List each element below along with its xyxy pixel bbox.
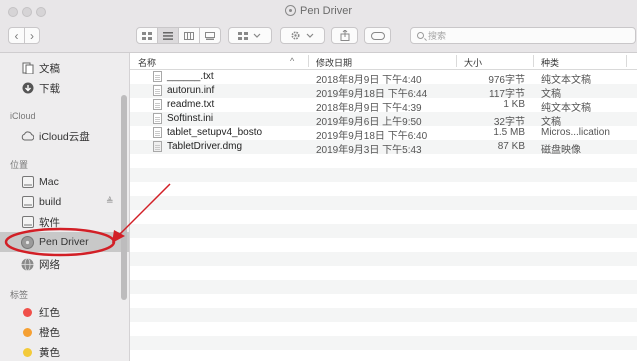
- highlight-ellipse: [4, 227, 116, 257]
- annotation-arrow-line: [119, 183, 171, 235]
- annotation-overlay: [4, 183, 171, 257]
- finder-window: Pen Driver ‹ › 搜索 文稿 下载 iCloud iCloud云盘 …: [0, 0, 637, 361]
